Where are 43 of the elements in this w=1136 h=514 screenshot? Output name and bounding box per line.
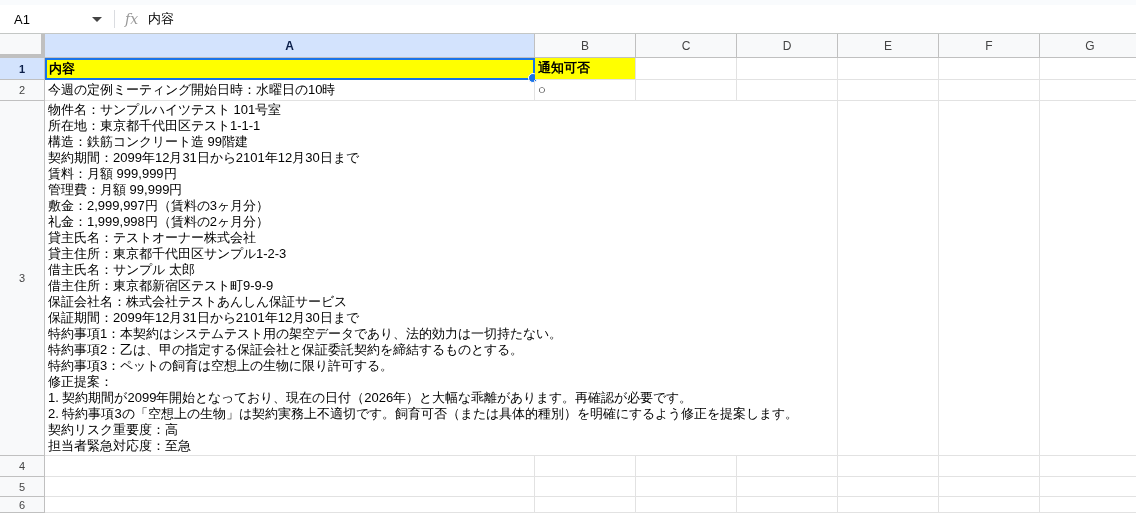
row-header[interactable]: 5 [0,477,45,497]
column-header[interactable]: G [1040,34,1136,58]
row-header[interactable]: 2 [0,80,45,101]
formula-icon: fx [125,11,139,27]
row-header[interactable]: 6 [0,497,45,513]
column-header[interactable]: B [535,34,636,58]
column-header[interactable]: D [737,34,838,58]
table-cell: 内容 [45,58,535,80]
cell-text-line: 2. 特約事項3の「空想上の生物」は契約実務上不適切です。飼育可否（または具体的種別）を明確にするよう修正を提案します。 [48,406,798,422]
cell-text-line: 特約事項2：乙は、甲の指定する保証会社と保証委託契約を締結するものとする。 [48,342,524,358]
column-header[interactable]: A [45,34,535,58]
name-box[interactable]: A1 [0,11,108,27]
column-header[interactable]: C [636,34,737,58]
cell-text-line: 物件名：サンプルハイツテスト 101号室 [48,102,282,118]
table-cell: 今週の定例ミーティング開始日時：水曜日の10時 [45,80,535,101]
cell-text-line: 特約事項1：本契約はシステムテスト用の架空データであり、法的効力は一切持たない。 [48,326,563,342]
cell-text-line: 賃料：月額 999,999円 [48,166,177,182]
table-cell: 通知可否 [535,58,636,80]
cell-text-line: 管理費：月額 99,999円 [48,182,183,198]
cell-text-line: 貸主住所：東京都千代田区サンプル1-2-3 [48,246,287,262]
cell-text-line: 構造：鉄筋コンクリート造 99階建 [48,134,249,150]
cell-text-line: 借主住所：東京都新宿区テスト町9-9-9 [48,278,274,294]
cell-text-line: 敷金：2,999,997円（賃料の3ヶ月分） [48,198,270,214]
row-header[interactable]: 1 [0,58,45,80]
cell-text-line: 保証会社名：株式会社テストあんしん保証サービス [48,294,347,310]
row-header[interactable]: 4 [0,456,45,477]
column-header[interactable]: E [838,34,939,58]
cell-text-line: 貸主氏名：テストオーナー株式会社 [48,230,256,246]
cell-text-line: 特約事項3：ペットの飼育は空想上の生物に限り許可する。 [48,358,394,374]
cell-text-line: 保証期間：2099年12月31日から2101年12月30日まで [48,310,359,326]
cell-text-line: 礼金：1,999,998円（賃料の2ヶ月分） [48,214,270,230]
caret-icon [92,16,102,22]
cell-text-line: 借主氏名：サンプル 太郎 [48,262,195,278]
row-header[interactable]: 3 [0,101,45,456]
cell-text-line: 1. 契約期間が2099年開始となっており、現在の日付（2026年）と大幅な乖離があります。再確認が必要です。 [48,390,693,406]
cell-text-line: 担当者緊急対応度：至急 [48,438,191,454]
cell-text-line: 契約リスク重要度：高 [48,422,178,438]
formula-input[interactable]: 内容 [148,10,175,28]
table-cell: ○ [535,80,636,101]
column-header[interactable]: F [939,34,1040,58]
cell-text-line: 所在地：東京都千代田区テスト1-1-1 [48,118,261,134]
cell-text-line: 契約期間：2099年12月31日から2101年12月30日まで [48,150,359,166]
cell-text-line: 修正提案： [48,374,113,390]
